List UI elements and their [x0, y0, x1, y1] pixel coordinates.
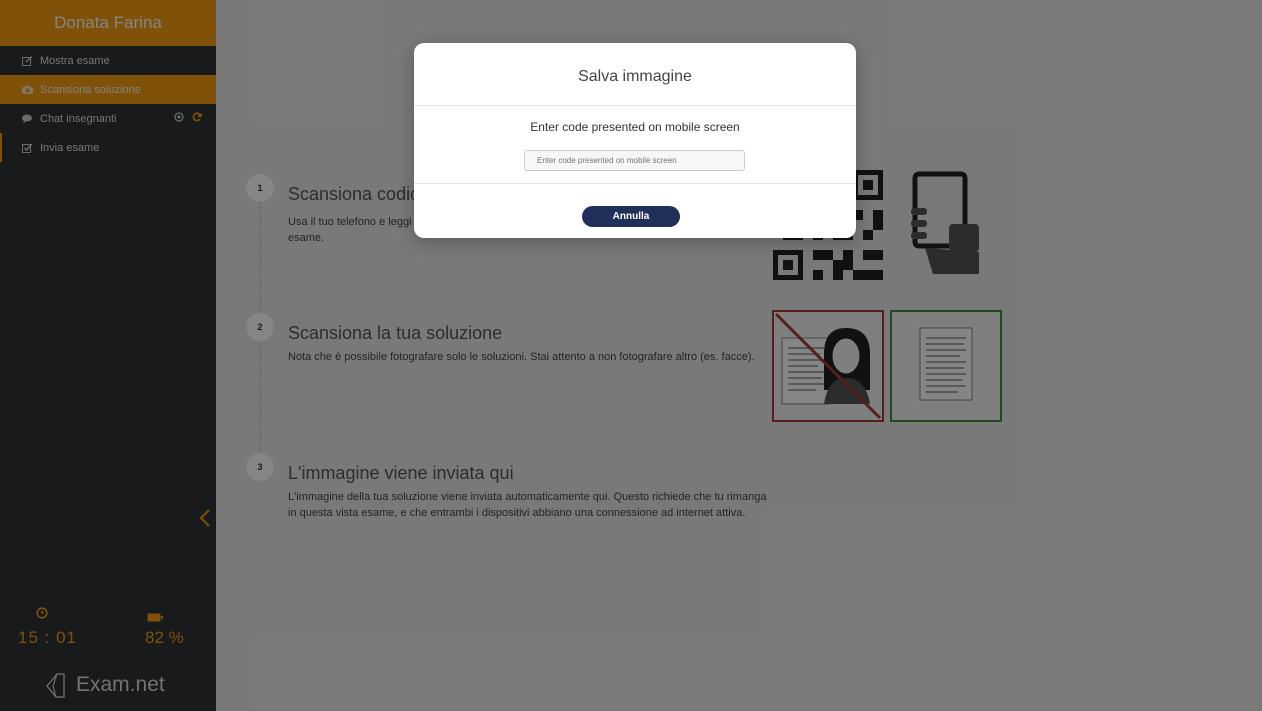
code-input[interactable] — [524, 150, 745, 171]
save-image-dialog: Salva immagine Enter code presented on m… — [414, 43, 856, 238]
dialog-title: Salva immagine — [414, 43, 856, 106]
dialog-body: Enter code presented on mobile screen — [414, 106, 856, 184]
cancel-button[interactable]: Annulla — [582, 206, 680, 227]
code-label: Enter code presented on mobile screen — [530, 120, 740, 134]
dialog-footer: Annulla — [414, 184, 856, 238]
